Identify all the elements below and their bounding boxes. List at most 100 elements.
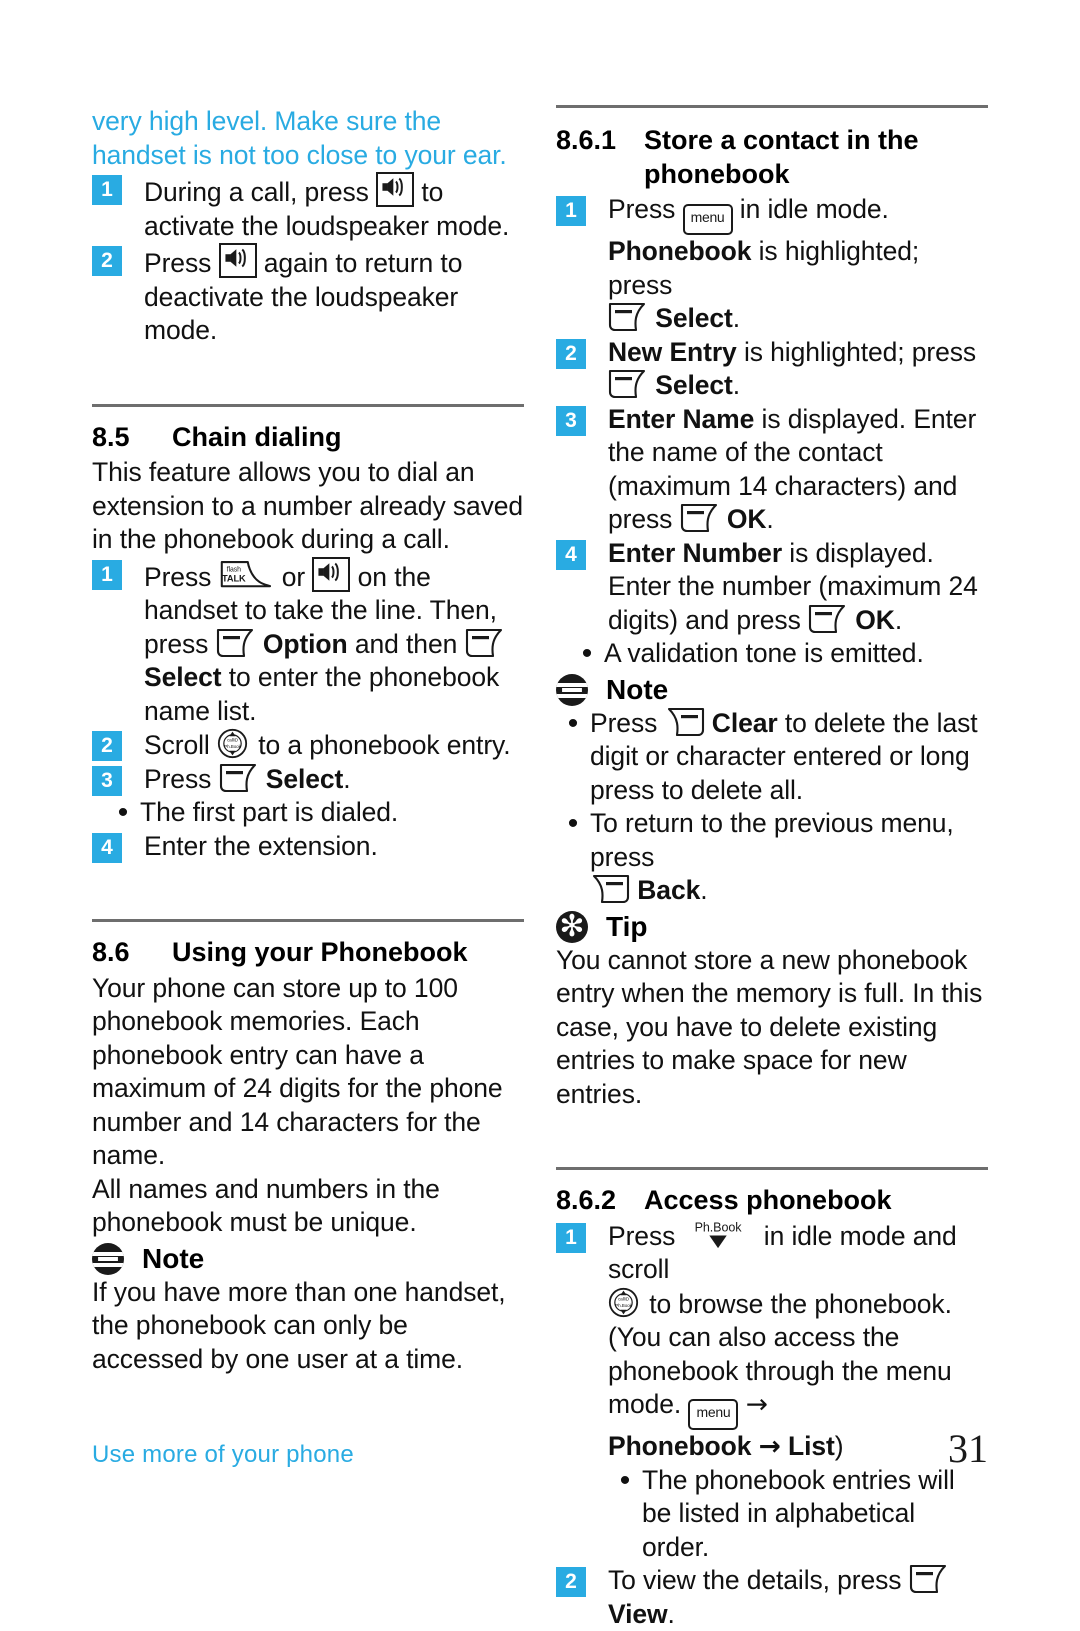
section-title: Chain dialing [172, 421, 342, 452]
bullet-dot: • [117, 796, 129, 829]
talk-key-icon: flash TALK [219, 560, 275, 594]
section-number: 8.6.1 [556, 125, 617, 155]
step-text: During a call, press to activate the lou… [144, 172, 524, 243]
step-text-part: To view the details, press [608, 1565, 909, 1595]
step-text-part: . [732, 370, 741, 400]
step-badge: 4 [556, 539, 586, 570]
bullet-text: The phonebook entries will be listed in … [642, 1464, 955, 1562]
menu-key-icon: menu [688, 1399, 739, 1430]
step-badge: 1 [556, 196, 586, 226]
step-text-part: . [766, 504, 774, 534]
section-title-line1: Store a contact in the [644, 125, 919, 155]
step-text: Press Select. [144, 763, 524, 797]
menu-key-icon: menu [682, 204, 733, 235]
step-badge: 3 [556, 405, 586, 436]
list-item: 4 Enter Number is displayed. Enter the n… [556, 537, 988, 638]
step-badge: 3 [92, 765, 122, 796]
step-badge: 2 [92, 731, 122, 761]
prompt-enter-number: Enter Number [608, 537, 783, 568]
step-badge: 2 [556, 1567, 586, 1597]
warning-continuation-text: very high level. Make sure the handset i… [92, 106, 507, 170]
note-label: Note [142, 1242, 205, 1274]
list-item: 1 Press menu in idle mode. Phonebook is h… [556, 193, 988, 336]
bullet-text: A validation tone is emitted. [604, 638, 924, 668]
step-badge: 1 [92, 559, 122, 590]
section-heading-8-5: 8.5 Chain dialing [92, 421, 524, 455]
section-number: 8.5 [92, 421, 130, 452]
note-body: If you have more than one handset, the p… [92, 1276, 506, 1374]
softkey-label-ok: OK [855, 604, 895, 635]
note-icon [556, 673, 588, 706]
step-text: New Entry is highlighted; press Select. [608, 336, 988, 403]
softkey-left-icon [680, 503, 720, 533]
step-text-part: . [894, 604, 903, 635]
step-text-part: or [274, 561, 313, 592]
softkey-label-select: Select [655, 370, 733, 400]
list-item: 1 Press Ph.Book in idle mode and scroll … [556, 1220, 988, 1464]
list-item: 1 Press flash TALK or on the handset to t… [92, 556, 524, 729]
softkey-left-icon [608, 369, 648, 399]
step-text-part: Press [144, 763, 219, 794]
list-item: 1 During a call, press to activate the l… [92, 172, 524, 243]
softkey-label-clear: Clear [711, 707, 778, 738]
left-column: very high level. Make sure the handset i… [92, 105, 524, 1376]
bullet-text-part: Press [590, 707, 665, 738]
section-number: 8.6.2 [556, 1185, 617, 1215]
note-icon [92, 1242, 124, 1275]
svg-text:callID: callID [618, 1296, 630, 1301]
section-heading-8-6: 8.6 Using your Phonebook [92, 936, 524, 970]
section-heading-8-6-1: 8.6.1 Store a contact in the phonebook [556, 124, 988, 191]
nav-wheel-icon: callID Ph.Book [217, 728, 251, 762]
step-text: Press flash TALK or on the handset to tak… [144, 556, 524, 729]
loudspeaker-key-icon [218, 243, 257, 278]
softkey-label-option: Option [262, 628, 348, 659]
loudspeaker-key-icon [376, 172, 415, 207]
bullet-dot: • [567, 706, 579, 740]
manual-page: very high level. Make sure the handset i… [0, 0, 1080, 1629]
step-text-part: . [732, 303, 741, 333]
list-item: 2 Press again to return to deactivate th… [92, 243, 524, 348]
tip-header: ✻ Tip [556, 910, 988, 944]
step-text: To view the details, press View. [608, 1564, 988, 1631]
page-footer: Use more of your phone 31 [92, 1426, 988, 1471]
step-text-part: . [343, 763, 351, 794]
footer-chapter-label: Use more of your phone [92, 1441, 354, 1468]
step-text-part: Scroll [144, 730, 217, 760]
step-text-part: During a call, press [144, 177, 377, 207]
section-title: Store a contact in the phonebook [644, 124, 988, 191]
step-text: Press again to return to deactivate the … [144, 243, 524, 348]
softkey-right-icon [665, 707, 705, 737]
softkey-left-icon [608, 302, 648, 332]
step-text-part: Press [608, 194, 683, 224]
nav-wheel-icon: callID Ph.Book [608, 1287, 642, 1321]
svg-text:Ph.Book: Ph.Book [615, 1303, 632, 1308]
svg-text:TALK: TALK [222, 573, 246, 583]
section-divider [556, 105, 988, 108]
step-text-part: Press [144, 248, 219, 278]
svg-text:Ph.Book: Ph.Book [694, 1221, 742, 1235]
step-text-part: . [667, 1598, 675, 1629]
step-text: Enter Number is displayed. Enter the num… [608, 537, 988, 638]
list-item: 2 New Entry is highlighted; press Select… [556, 336, 988, 403]
step-text-part: in idle mode. [732, 194, 889, 224]
note-header: Note [92, 1242, 524, 1276]
softkey-label-back: Back [637, 875, 701, 905]
step-text-part: and then [347, 628, 465, 659]
phonebook-down-key-icon: Ph.Book [683, 1221, 757, 1251]
step-badge: 4 [92, 832, 122, 863]
step-text-part: to browse the phonebook. (You can also a… [608, 1288, 952, 1420]
section-title-line2: phonebook [644, 158, 790, 189]
list-item: • The phonebook entries will be listed i… [556, 1464, 988, 1565]
section-divider [556, 1167, 988, 1170]
section-85-intro: This feature allows you to dial an exten… [92, 457, 524, 554]
svg-text:flash: flash [226, 566, 240, 573]
softkey-label-ok: OK [726, 504, 767, 534]
softkey-left-icon [909, 1564, 949, 1594]
bullet-text: To return to the previous menu, press Ba… [590, 807, 988, 908]
tip-body: You cannot store a new phonebook entry w… [556, 944, 983, 1109]
softkey-label-select: Select [265, 763, 344, 794]
step-text: Press Ph.Book in idle mode and scroll ca… [608, 1220, 988, 1464]
prompt-enter-name: Enter Name [608, 403, 755, 434]
softkey-label-select: Select [655, 303, 733, 333]
